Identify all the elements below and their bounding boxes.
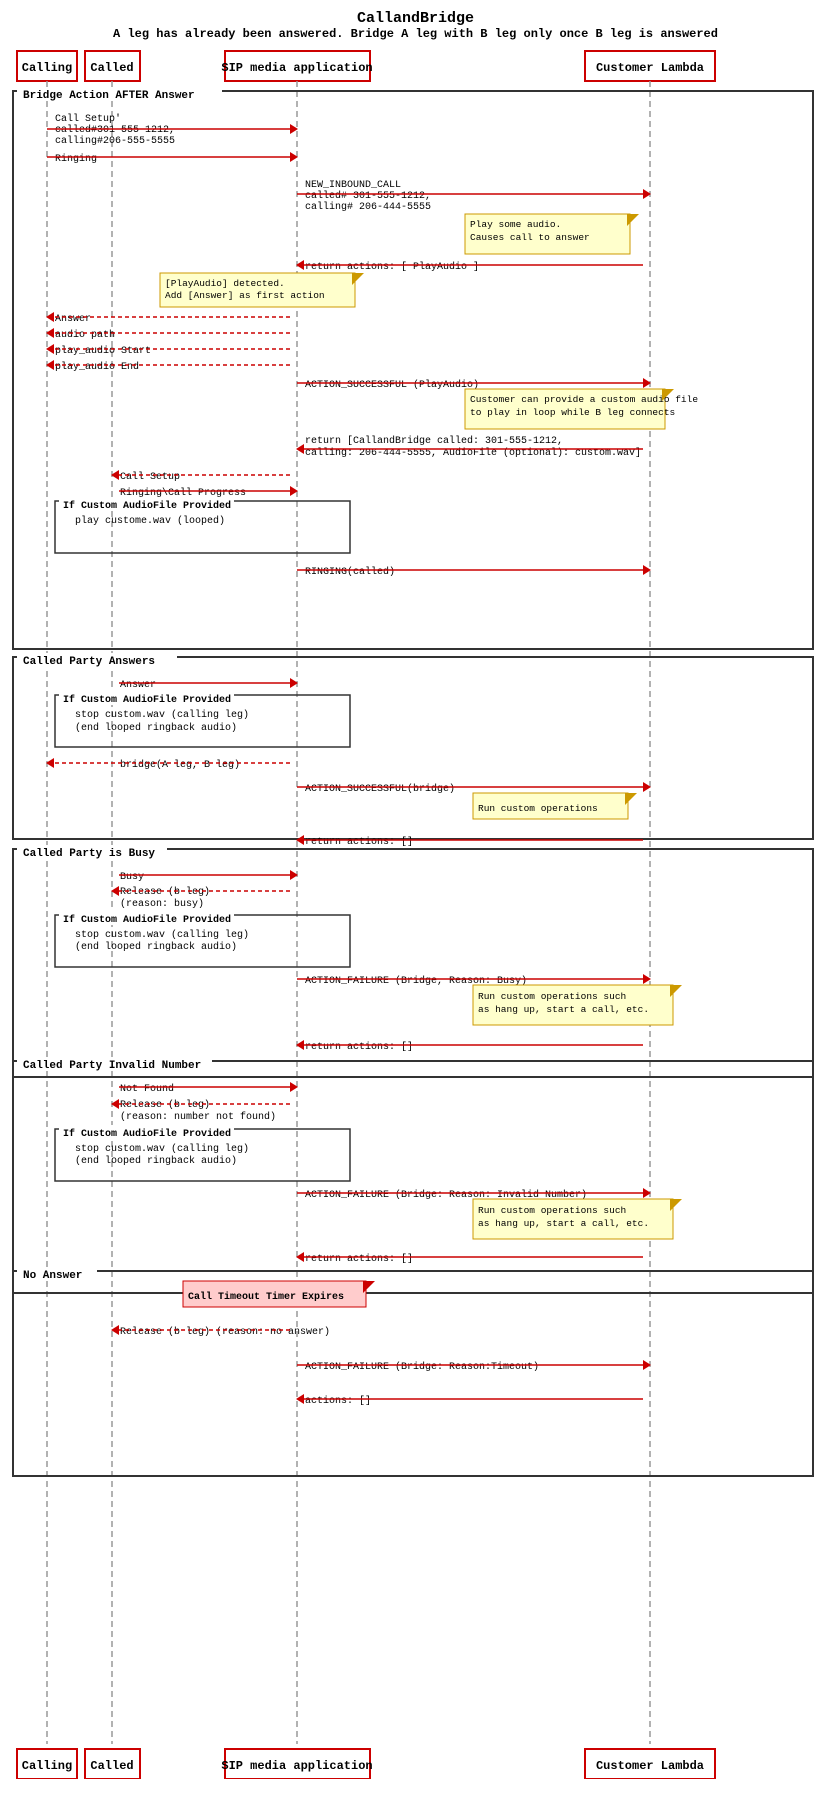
svg-text:ACTION_FAILURE (Bridge: Reason: ACTION_FAILURE (Bridge: Reason:Timeout) [305, 1361, 539, 1373]
svg-text:Add [Answer] as first action: Add [Answer] as first action [165, 290, 325, 301]
svg-text:stop custom.wav (calling leg): stop custom.wav (calling leg) [75, 709, 249, 721]
svg-text:Run custom operations such: Run custom operations such [478, 991, 626, 1002]
svg-text:stop custom.wav (calling leg): stop custom.wav (calling leg) [75, 1143, 249, 1155]
svg-text:play custome.wav (looped): play custome.wav (looped) [75, 515, 225, 527]
svg-text:play_audio Start: play_audio Start [55, 345, 151, 357]
svg-text:Call Setup: Call Setup [120, 471, 180, 483]
title-section: CallandBridge A leg has already been ans… [5, 10, 826, 41]
svg-text:play_audio End: play_audio End [55, 361, 139, 373]
svg-text:called# 301-555-1212,: called# 301-555-1212, [305, 190, 431, 202]
svg-text:If Custom AudioFile Provided: If Custom AudioFile Provided [63, 694, 231, 706]
svg-text:Called Party Invalid Number: Called Party Invalid Number [23, 1060, 201, 1072]
svg-text:(reason: busy): (reason: busy) [120, 898, 204, 910]
svg-text:Run custom operations: Run custom operations [478, 803, 598, 814]
svg-text:Called: Called [90, 1759, 133, 1773]
svg-text:RINGING(called): RINGING(called) [305, 566, 395, 578]
svg-text:Calling: Calling [22, 1759, 72, 1773]
svg-text:Called Party is Busy: Called Party is Busy [23, 848, 155, 860]
svg-text:Play some audio.: Play some audio. [470, 219, 561, 230]
svg-text:Customer can provide a custom: Customer can provide a custom audio file [470, 394, 698, 405]
svg-text:Release (b leg): Release (b leg) [120, 886, 210, 898]
svg-text:Run custom operations such: Run custom operations such [478, 1205, 626, 1216]
svg-text:Customer Lambda: Customer Lambda [596, 1759, 704, 1773]
svg-text:Busy: Busy [120, 872, 144, 883]
svg-text:Calling: Calling [22, 61, 72, 75]
svg-text:Answer: Answer [120, 680, 156, 691]
svg-text:Bridge Action AFTER Answer: Bridge Action AFTER Answer [23, 90, 195, 102]
svg-text:If Custom AudioFile Provided: If Custom AudioFile Provided [63, 914, 231, 926]
svg-text:to play in loop while B leg co: to play in loop while B leg connects [470, 407, 675, 418]
svg-text:called#301-555-1212,: called#301-555-1212, [55, 124, 175, 136]
svg-text:audio path: audio path [55, 329, 115, 341]
svg-text:return actions: []: return actions: [] [305, 836, 413, 848]
svg-text:calling# 206-444-5555: calling# 206-444-5555 [305, 201, 431, 213]
svg-text:as hang up, start a call, etc.: as hang up, start a call, etc. [478, 1218, 649, 1229]
diagram-svg: Calling Called SIP media application Cus… [5, 49, 826, 1779]
svg-text:No Answer: No Answer [23, 1270, 82, 1282]
svg-text:SIP media application: SIP media application [221, 1759, 372, 1773]
svg-text:ACTION_SUCCESSFUL(bridge): ACTION_SUCCESSFUL(bridge) [305, 783, 455, 795]
svg-text:NEW_INBOUND_CALL: NEW_INBOUND_CALL [305, 180, 401, 191]
svg-text:Release (b leg): Release (b leg) [120, 1099, 210, 1111]
svg-text:ACTION_SUCCESSFUL (PlayAudio): ACTION_SUCCESSFUL (PlayAudio) [305, 379, 479, 391]
svg-text:Call Timeout Timer Expires: Call Timeout Timer Expires [188, 1291, 344, 1303]
svg-text:Ringing: Ringing [55, 153, 97, 165]
svg-text:as hang up, start a call, etc.: as hang up, start a call, etc. [478, 1004, 649, 1015]
svg-text:Causes call to answer: Causes call to answer [470, 232, 590, 243]
svg-text:actions: []: actions: [] [305, 1395, 371, 1407]
main-title: CallandBridge [5, 10, 826, 27]
svg-text:(end looped ringback audio): (end looped ringback audio) [75, 941, 237, 953]
svg-text:(reason: number not found): (reason: number not found) [120, 1111, 276, 1123]
svg-text:Called: Called [90, 61, 133, 75]
svg-text:(end looped ringback audio): (end looped ringback audio) [75, 1155, 237, 1167]
svg-text:stop custom.wav (calling leg): stop custom.wav (calling leg) [75, 929, 249, 941]
svg-text:return [CallandBridge called:: return [CallandBridge called: 301-555-12… [305, 435, 563, 447]
svg-text:calling#206-555-5555: calling#206-555-5555 [55, 135, 175, 147]
svg-text:[PlayAudio] detected.: [PlayAudio] detected. [165, 278, 285, 289]
svg-text:Not Found: Not Found [120, 1083, 174, 1095]
svg-text:If Custom AudioFile Provided: If Custom AudioFile Provided [63, 500, 231, 512]
svg-text:return actions: []: return actions: [] [305, 1041, 413, 1053]
svg-text:Release (b leg) (reason: no an: Release (b leg) (reason: no answer) [120, 1326, 330, 1338]
svg-text:Call Setup': Call Setup' [55, 113, 121, 125]
svg-text:return actions: [ PlayAudio ]: return actions: [ PlayAudio ] [305, 261, 479, 273]
sub-title: A leg has already been answered. Bridge … [5, 27, 826, 41]
svg-text:bridge(A leg, B leg): bridge(A leg, B leg) [120, 759, 240, 771]
svg-text:SIP media application: SIP media application [221, 61, 372, 75]
page: CallandBridge A leg has already been ans… [0, 0, 831, 1789]
svg-text:Answer: Answer [55, 314, 91, 325]
svg-text:(end looped ringback audio): (end looped ringback audio) [75, 722, 237, 734]
svg-text:return actions: []: return actions: [] [305, 1253, 413, 1265]
svg-text:If Custom AudioFile Provided: If Custom AudioFile Provided [63, 1128, 231, 1140]
svg-text:Customer Lambda: Customer Lambda [596, 61, 704, 75]
svg-text:Called Party Answers: Called Party Answers [23, 656, 155, 668]
